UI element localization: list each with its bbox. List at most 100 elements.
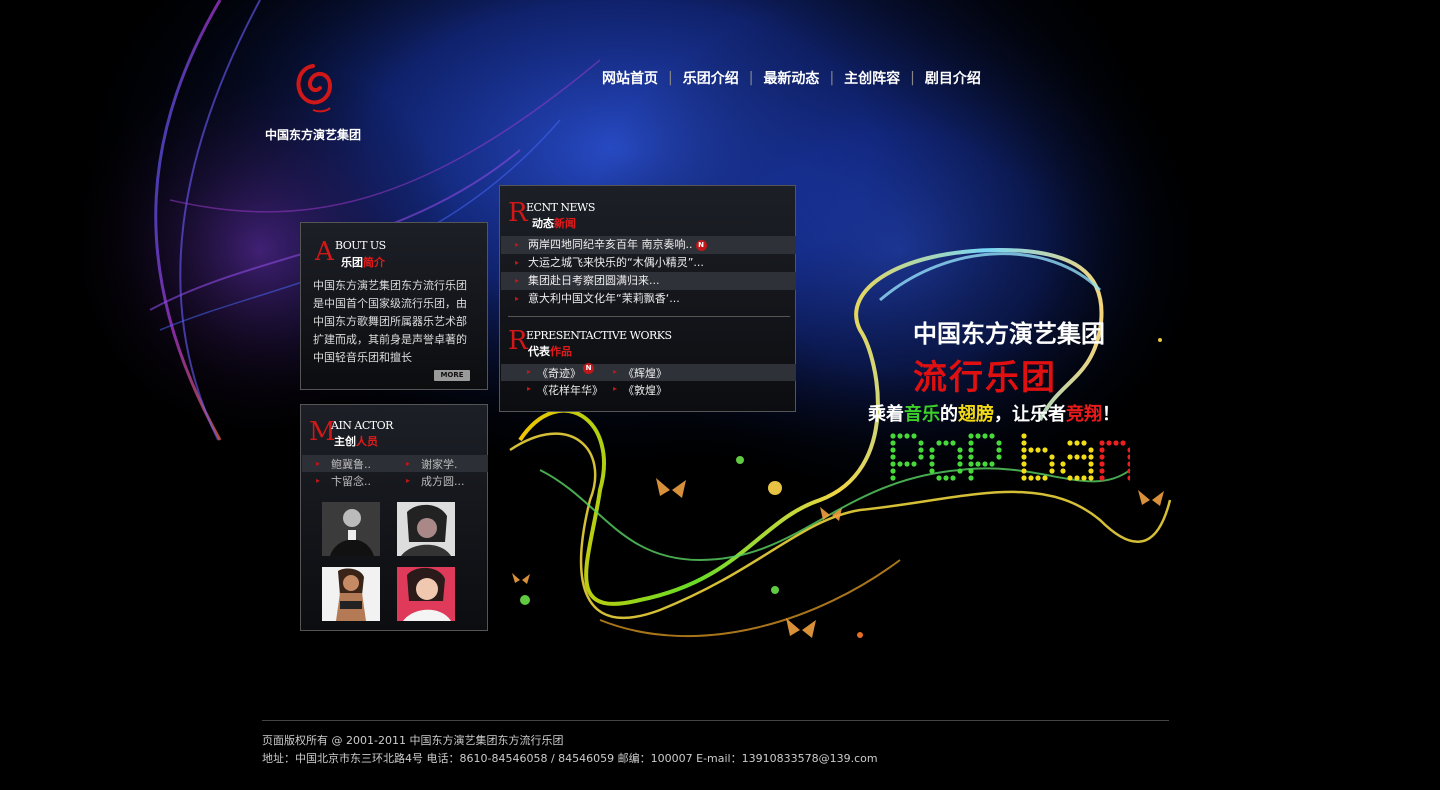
dot	[968, 433, 974, 439]
news-title-cn: 动态新闻	[532, 217, 576, 230]
dot	[975, 433, 981, 439]
nav-latest-news[interactable]: 最新动态	[757, 68, 825, 88]
about-title: A BOUT US 乐团简介	[301, 223, 487, 269]
dot	[1088, 468, 1094, 474]
dot	[1042, 475, 1048, 481]
dot	[897, 461, 903, 467]
dot	[890, 447, 896, 453]
logo[interactable]: 中国东方演艺集团	[260, 58, 380, 148]
dot	[1088, 454, 1094, 460]
footer-address: 地址：中国北京市东三环北路4号 电话：8610-84546058 / 84546…	[262, 752, 878, 765]
actor-photo[interactable]	[397, 502, 455, 556]
more-button[interactable]: MORE	[434, 370, 470, 381]
actor-list: 鲍冀鲁.. 谢家学. 卞留念.. 成方圆...	[302, 455, 488, 489]
dot	[1088, 461, 1094, 467]
nav-main-cast[interactable]: 主创阵容	[838, 68, 906, 88]
pop-band-dot-text	[890, 433, 1130, 481]
actor-photo[interactable]	[322, 502, 380, 556]
dot	[943, 475, 949, 481]
work-link[interactable]: 《辉煌》	[587, 365, 673, 381]
dot	[904, 461, 910, 467]
work-link[interactable]: 《奇迹》N	[501, 363, 594, 381]
dot	[1028, 475, 1034, 481]
dot	[890, 468, 896, 474]
dot	[1035, 447, 1041, 453]
dot	[911, 461, 917, 467]
actor-link[interactable]: 成方圆...	[392, 473, 482, 489]
logo-name: 中国东方演艺集团	[265, 128, 362, 142]
dot	[975, 461, 981, 467]
news-title: R ECNT NEWS 动态新闻	[500, 186, 795, 230]
actor-title-cn: 主创人员	[334, 435, 378, 448]
dot	[968, 440, 974, 446]
nav-repertoire[interactable]: 剧目介绍	[919, 68, 987, 88]
dot	[918, 454, 924, 460]
dot	[1099, 447, 1105, 453]
dot	[950, 475, 956, 481]
dot	[1060, 461, 1066, 467]
dot	[1049, 468, 1055, 474]
actor-panel: M AIN ACTOR 主创人员 鲍冀鲁.. 谢家学. 卞留念.. 成方圆...	[300, 404, 488, 631]
dot	[1099, 475, 1105, 481]
works-title-cn: 代表作品	[528, 345, 572, 358]
dot	[1074, 440, 1080, 446]
dot	[989, 461, 995, 467]
news-item[interactable]: 两岸四地同纪辛亥百年 南京奏响..N	[501, 236, 796, 254]
dot	[1042, 447, 1048, 453]
dot	[1067, 454, 1073, 460]
list-item: 卞留念.. 成方圆...	[302, 472, 488, 489]
actor-link[interactable]: 鲍冀鲁..	[302, 456, 392, 472]
dot	[982, 433, 988, 439]
dot	[1067, 440, 1073, 446]
dot	[957, 461, 963, 467]
dot	[904, 433, 910, 439]
dot	[957, 447, 963, 453]
about-text: 中国东方演艺集团东方流行乐团是中国首个国家级流行乐团，由中国东方歌舞团所属器乐艺…	[313, 279, 467, 364]
slogan-line3: 乘着音乐的翅膀，让乐者竞翔！	[868, 404, 1120, 425]
dot	[1127, 461, 1130, 467]
nav-separator: |	[910, 70, 915, 86]
dot	[918, 440, 924, 446]
divider	[508, 316, 790, 317]
dot	[890, 433, 896, 439]
dot	[957, 468, 963, 474]
work-link[interactable]: 《花样年华》	[501, 382, 603, 398]
news-item[interactable]: 集团赴日考察团圆满归来...	[501, 272, 796, 290]
nav-band-intro[interactable]: 乐团介绍	[677, 68, 745, 88]
dot	[996, 454, 1002, 460]
dot	[929, 454, 935, 460]
dot	[968, 475, 974, 481]
news-item[interactable]: 意大利中国文化年“茉莉飘香‘...	[501, 290, 796, 308]
dot	[1021, 447, 1027, 453]
nav-separator: |	[829, 70, 835, 86]
dot	[897, 433, 903, 439]
dot	[1049, 454, 1055, 460]
dot	[890, 475, 896, 481]
news-item[interactable]: 大运之城飞来快乐的“木偶小精灵”...	[501, 254, 796, 272]
nav-home[interactable]: 网站首页	[596, 68, 664, 88]
dot	[1028, 447, 1034, 453]
news-title-initial: R	[508, 198, 528, 228]
dot	[1081, 440, 1087, 446]
swirl-logo-icon	[296, 64, 333, 113]
nav-separator: |	[668, 70, 673, 86]
list-item: 《花样年华》 《敦煌》	[501, 381, 796, 398]
dot	[1021, 468, 1027, 474]
actor-link[interactable]: 谢家学.	[392, 456, 482, 472]
about-title-cn: 乐团简介	[341, 256, 385, 269]
dot	[968, 461, 974, 467]
dot	[890, 454, 896, 460]
slogan-line2: 流行乐团	[913, 358, 1057, 398]
dot	[950, 440, 956, 446]
actor-photo[interactable]	[397, 567, 455, 621]
dot	[968, 454, 974, 460]
dot	[968, 468, 974, 474]
actor-link[interactable]: 卞留念..	[302, 473, 392, 489]
dot	[1127, 475, 1130, 481]
dot	[1021, 475, 1027, 481]
work-link[interactable]: 《敦煌》	[587, 382, 673, 398]
dot	[1099, 454, 1105, 460]
dot	[1067, 475, 1073, 481]
dot	[1099, 468, 1105, 474]
actor-photo[interactable]	[322, 567, 380, 621]
